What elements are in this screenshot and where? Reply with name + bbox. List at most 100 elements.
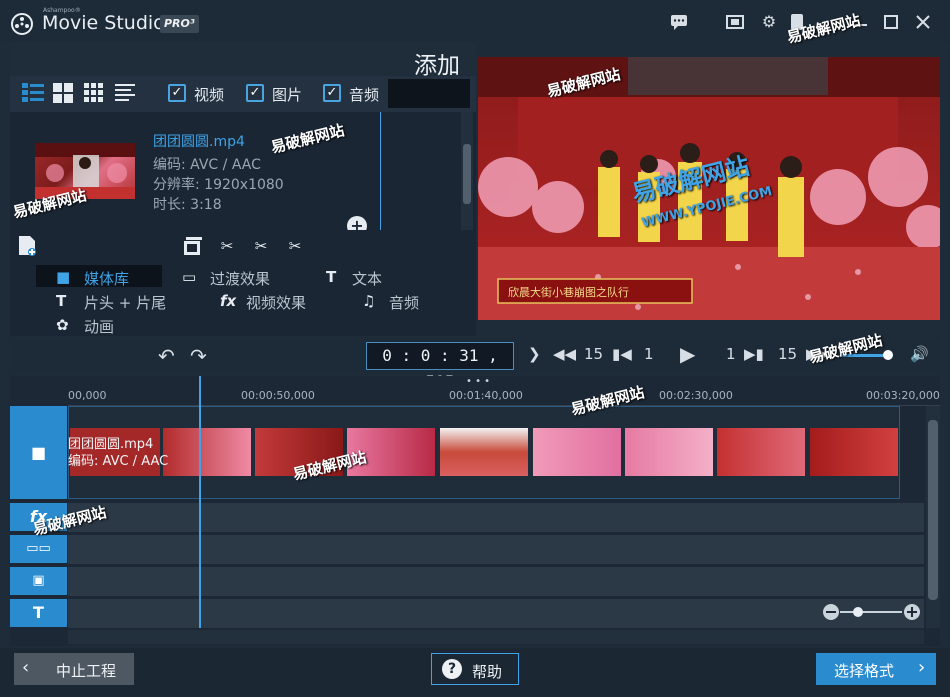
clip-thumbnail[interactable] [163, 428, 251, 476]
add-panel-title: 添加 [414, 53, 460, 79]
transition-track-icon[interactable]: ▭▭ [10, 535, 67, 563]
film-icon[interactable] [726, 14, 744, 30]
camera-icon: ■ [56, 268, 71, 286]
music-icon: ♫ [362, 292, 376, 310]
transition-track[interactable] [68, 535, 924, 565]
select-format-button[interactable]: 选择格式 › [816, 653, 936, 685]
category-transitions[interactable]: 过渡效果 [210, 268, 270, 289]
cut-start-icon[interactable]: ✂ [216, 235, 238, 257]
play-icon[interactable]: ▶ [680, 342, 695, 366]
clip-thumbnail[interactable] [533, 428, 621, 476]
title-icon: T [56, 292, 67, 310]
image-filter-checkbox[interactable]: ✓ [246, 84, 264, 102]
app-title: Movie Studio [42, 12, 165, 34]
media-item-divider [380, 112, 381, 230]
large-grid-icon[interactable] [52, 81, 76, 105]
cut-middle-icon[interactable]: ✂ [250, 235, 272, 257]
clip-thumbnail[interactable] [625, 428, 713, 476]
text-list-icon[interactable] [114, 81, 138, 105]
chevron-left-icon: ‹ [22, 657, 30, 678]
category-animation[interactable]: 动画 [84, 316, 114, 337]
media-file-name[interactable]: 团团圆圆.mp4 [153, 131, 245, 151]
list-view-icon[interactable] [22, 81, 46, 105]
question-icon: ? [442, 659, 462, 679]
clip-label: 团团圆圆.mp4 编码: AVC / AAC [68, 436, 168, 470]
text-icon: T [326, 268, 337, 286]
skip-back-icon[interactable]: ◀◀ [553, 345, 576, 363]
app-logo-icon [11, 13, 33, 35]
category-audio[interactable]: 音频 [389, 292, 419, 313]
select-format-label: 选择格式 [834, 662, 895, 680]
category-text[interactable]: 文本 [352, 268, 382, 289]
category-intro-outro[interactable]: 片头 + 片尾 [84, 292, 166, 313]
preview-header [478, 42, 940, 57]
abort-project-button[interactable]: ‹ 中止工程 [14, 653, 134, 685]
film-clip-icon[interactable] [182, 235, 204, 257]
step-back-frames: 1 [644, 345, 654, 363]
text-track[interactable] [68, 599, 924, 629]
media-list-scroll-thumb[interactable] [463, 144, 471, 204]
search-box[interactable] [388, 79, 470, 108]
timeline-horizontal-scrollbar[interactable] [68, 630, 924, 644]
playhead[interactable] [199, 376, 201, 628]
video-filter-label: 视频 [194, 86, 225, 104]
zoom-out-icon[interactable] [822, 603, 840, 621]
category-media-library[interactable]: 媒体库 [84, 268, 129, 289]
chat-icon[interactable] [670, 14, 688, 30]
chevron-right-icon: › [918, 657, 926, 678]
audio-filter-label: 音频 [349, 86, 380, 104]
ruler-tick: 00,000 [68, 389, 107, 402]
preview-banner-text: 欣晨大街小巷崩图之队行 [508, 285, 629, 299]
zoom-in-icon[interactable] [904, 603, 922, 621]
redo-icon[interactable]: ↷ [190, 344, 207, 368]
image-track[interactable] [68, 567, 924, 597]
gear-icon[interactable]: ⚙ [760, 14, 778, 30]
close-icon[interactable] [914, 14, 932, 30]
ruler-tick: 00:01:40,000 [449, 389, 523, 402]
step-back-icon[interactable]: ▮◀ [612, 345, 632, 363]
image-filter-label: 图片 [272, 86, 303, 104]
abort-project-label: 中止工程 [56, 662, 117, 680]
fx-track[interactable] [68, 503, 924, 533]
edition-badge: PRO³ [160, 15, 199, 33]
clip-name: 团团圆圆.mp4 [68, 437, 154, 452]
image-track-icon[interactable]: ▣ [10, 567, 67, 595]
skip-fwd-frames: 15 [778, 345, 798, 363]
clip-thumbnail[interactable] [440, 428, 528, 476]
flower-icon: ✿ [56, 316, 69, 334]
media-duration: 时长: 3:18 [153, 197, 222, 213]
ruler-tick: 00:00:50,000 [241, 389, 315, 402]
audio-filter-checkbox[interactable]: ✓ [323, 84, 341, 102]
cut-end-icon[interactable]: ✂ [284, 235, 306, 257]
step-fwd-frames: 1 [726, 345, 736, 363]
timeline-vertical-scroll-thumb[interactable] [928, 420, 938, 600]
add-panel-header: 添加 [10, 42, 476, 79]
media-toolbar [10, 230, 476, 262]
ruler-tick: 00:03:20,000 [866, 389, 940, 402]
undo-icon[interactable]: ↶ [158, 344, 175, 368]
video-filter-checkbox[interactable]: ✓ [168, 84, 186, 102]
ruler-tick: 00:02:30,000 [659, 389, 733, 402]
next-marker-icon[interactable]: ❯ [528, 345, 541, 363]
help-label: 帮助 [472, 663, 503, 681]
volume-slider-knob[interactable] [883, 350, 893, 360]
speaker-icon[interactable]: 🔊 [910, 345, 929, 363]
text-track-icon[interactable]: T [10, 599, 67, 627]
media-codec: 编码: AVC / AAC [153, 157, 261, 173]
maximize-icon[interactable] [882, 14, 900, 30]
clip-thumbnail[interactable] [810, 428, 898, 476]
transition-icon: ▭ [182, 268, 197, 286]
video-track-icon[interactable]: ■ [10, 406, 67, 499]
small-grid-icon[interactable] [83, 81, 107, 105]
zoom-slider[interactable] [846, 603, 872, 621]
clip-codec: 编码: AVC / AAC [68, 454, 169, 469]
clip-thumbnail[interactable] [717, 428, 805, 476]
timecode-display[interactable]: 0 : 0 : 31 , 515 [366, 342, 514, 391]
fx-icon: fx [220, 292, 237, 310]
skip-back-frames: 15 [584, 345, 604, 363]
category-video-effects[interactable]: 视频效果 [246, 292, 306, 313]
help-button[interactable]: ? 帮助 [431, 653, 519, 685]
import-file-icon[interactable] [16, 235, 38, 257]
media-resolution: 分辨率: 1920x1080 [153, 177, 284, 193]
step-fwd-icon[interactable]: ▶▮ [744, 345, 764, 363]
